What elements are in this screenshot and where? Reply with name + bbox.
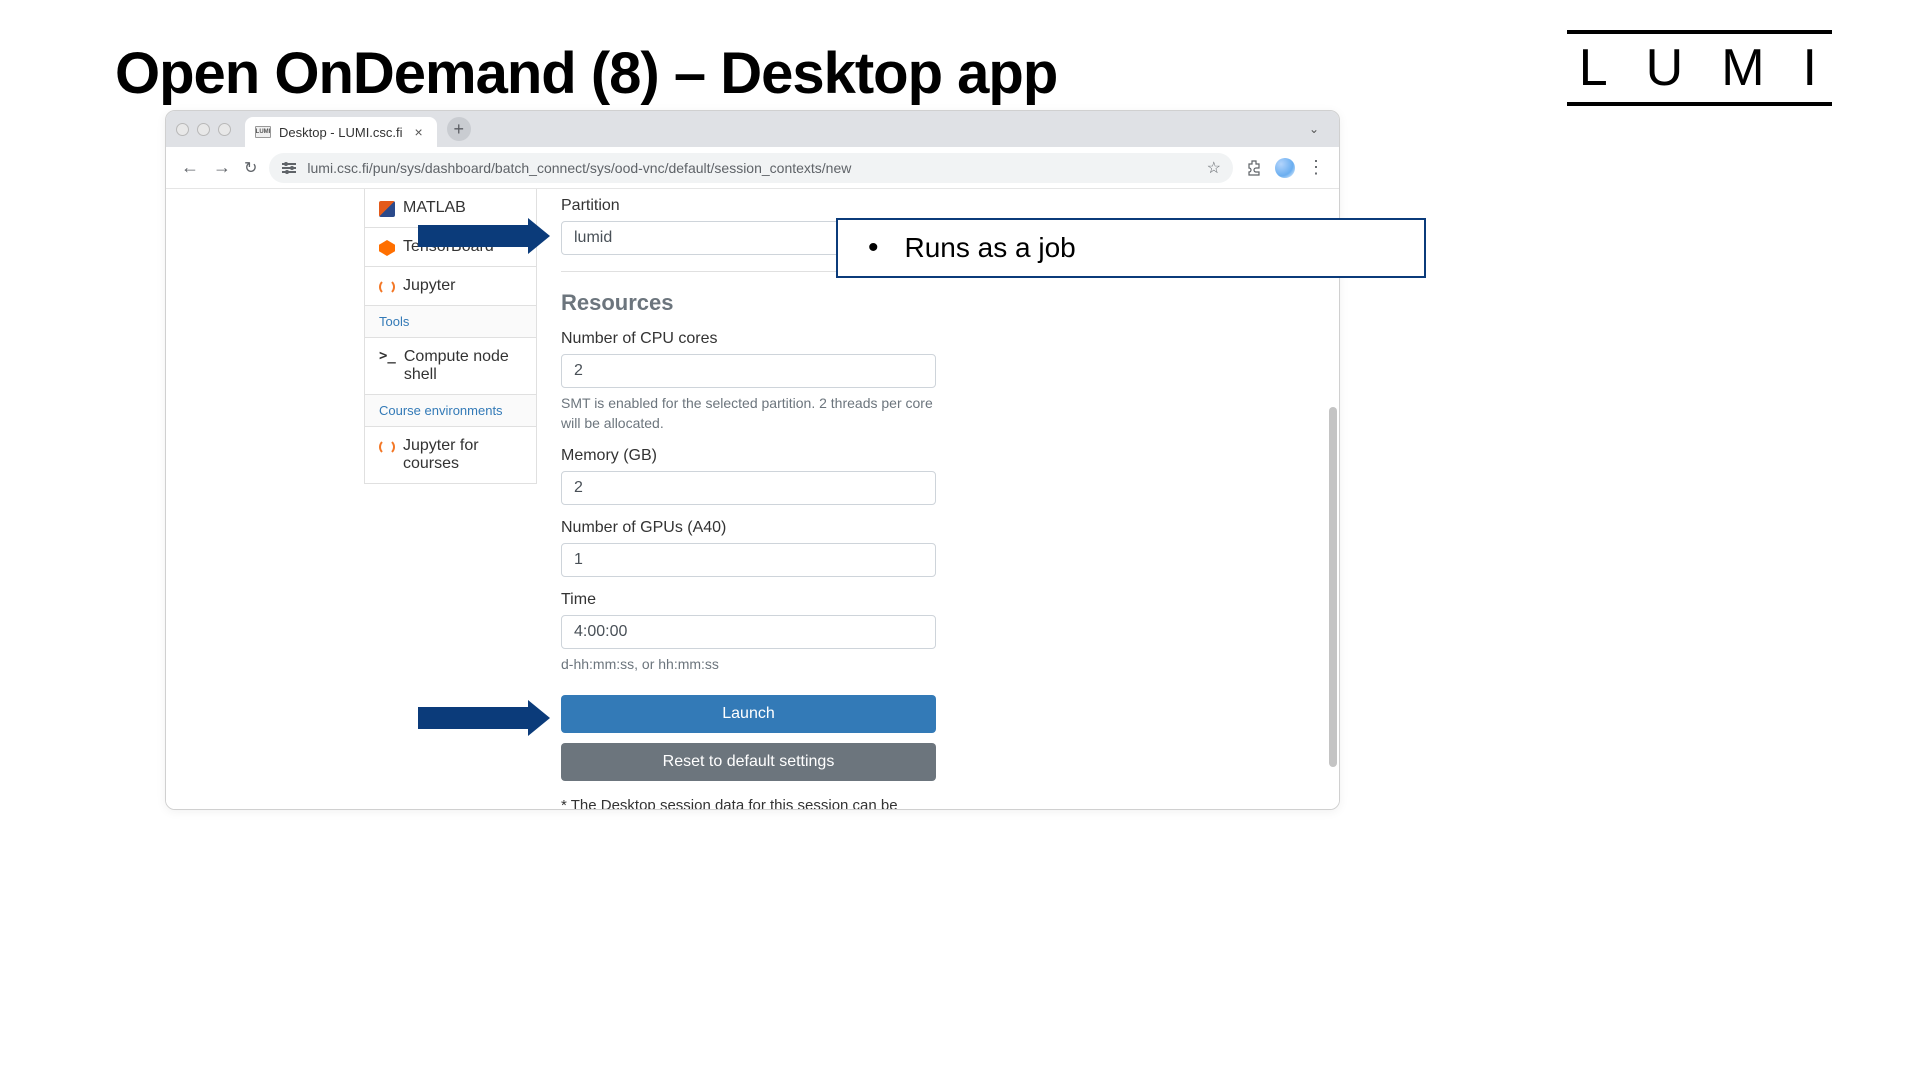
memory-input[interactable] <box>561 471 936 505</box>
cpu-label: Number of CPU cores <box>561 330 936 348</box>
scrollbar[interactable] <box>1329 407 1337 767</box>
slide-title: Open OnDemand (8) – Desktop app <box>115 40 1057 107</box>
close-window-icon[interactable] <box>176 123 189 136</box>
reset-button[interactable]: Reset to default settings <box>561 743 936 781</box>
site-settings-icon[interactable] <box>281 161 297 175</box>
page-content: MATLAB TensorBoard Jupyter Tools >_ Comp… <box>166 189 1339 809</box>
sidebar-item-label: Jupyter <box>403 277 455 295</box>
cpu-help: SMT is enabled for the selected partitio… <box>561 394 936 433</box>
url-text: lumi.csc.fi/pun/sys/dashboard/batch_conn… <box>307 160 851 176</box>
minimize-window-icon[interactable] <box>197 123 210 136</box>
sidebar-item-jupyter[interactable]: Jupyter <box>365 267 536 306</box>
jupyter-icon <box>379 279 395 295</box>
browser-tab[interactable]: LUMI Desktop - LUMI.csc.fi × <box>245 117 437 147</box>
window-controls[interactable] <box>176 123 231 136</box>
tab-title: Desktop - LUMI.csc.fi <box>279 125 403 140</box>
logo-line-top <box>1567 30 1832 34</box>
maximize-window-icon[interactable] <box>218 123 231 136</box>
footnote: * The Desktop session data for this sess… <box>561 795 936 810</box>
time-label: Time <box>561 591 936 609</box>
footnote-text: * The Desktop session data for this sess… <box>561 797 898 810</box>
callout-text: Runs as a job <box>905 232 1076 264</box>
forward-button[interactable]: → <box>212 157 232 178</box>
close-tab-icon[interactable]: × <box>411 124 427 140</box>
logo-text: LUMI <box>1579 42 1855 94</box>
matlab-icon <box>379 201 395 217</box>
browser-window: LUMI Desktop - LUMI.csc.fi × + ⌄ ← → ↻ l… <box>165 110 1340 810</box>
partition-label: Partition <box>561 197 936 215</box>
tab-overflow-icon[interactable]: ⌄ <box>1303 118 1325 140</box>
tensorboard-icon <box>379 240 395 256</box>
resources-heading: Resources <box>561 290 936 316</box>
reload-button[interactable]: ↻ <box>244 158 257 178</box>
favicon-icon: LUMI <box>255 126 271 138</box>
profile-avatar[interactable] <box>1275 158 1295 178</box>
lumi-logo: LUMI <box>1545 30 1855 106</box>
sidebar-item-shell[interactable]: >_ Compute node shell <box>365 338 536 395</box>
time-help: d-hh:mm:ss, or hh:mm:ss <box>561 655 936 675</box>
extensions-icon[interactable] <box>1245 159 1263 177</box>
sidebar-item-label: MATLAB <box>403 199 466 217</box>
gpu-label: Number of GPUs (A40) <box>561 519 936 537</box>
back-button[interactable]: ← <box>180 157 200 178</box>
sidebar-item-label: Jupyter for courses <box>403 437 522 473</box>
sidebar-item-jupyter-courses[interactable]: Jupyter for courses <box>365 427 536 483</box>
logo-line-bottom <box>1567 102 1832 106</box>
sidebar-item-label: Compute node shell <box>404 348 522 384</box>
sidebar-section-tools: Tools <box>365 306 536 338</box>
tab-bar: LUMI Desktop - LUMI.csc.fi × + ⌄ <box>166 111 1339 147</box>
launch-button[interactable]: Launch <box>561 695 936 733</box>
more-icon[interactable]: ⋮ <box>1307 157 1325 178</box>
terminal-icon: >_ <box>379 348 396 364</box>
gpu-input[interactable] <box>561 543 936 577</box>
url-field[interactable]: lumi.csc.fi/pun/sys/dashboard/batch_conn… <box>269 153 1233 183</box>
session-form: Partition Resources Number of CPU cores … <box>561 189 936 810</box>
time-input[interactable] <box>561 615 936 649</box>
jupyter-icon <box>379 439 395 455</box>
memory-label: Memory (GB) <box>561 447 936 465</box>
callout-box: • Runs as a job <box>836 218 1426 278</box>
cpu-input[interactable] <box>561 354 936 388</box>
new-tab-button[interactable]: + <box>447 117 471 141</box>
bullet-icon: • <box>868 231 879 265</box>
bookmark-icon[interactable]: ☆ <box>1207 158 1221 178</box>
arrow-annotation <box>418 218 550 254</box>
address-bar: ← → ↻ lumi.csc.fi/pun/sys/dashboard/batc… <box>166 147 1339 189</box>
arrow-annotation <box>418 700 550 736</box>
sidebar-section-courses: Course environments <box>365 395 536 427</box>
